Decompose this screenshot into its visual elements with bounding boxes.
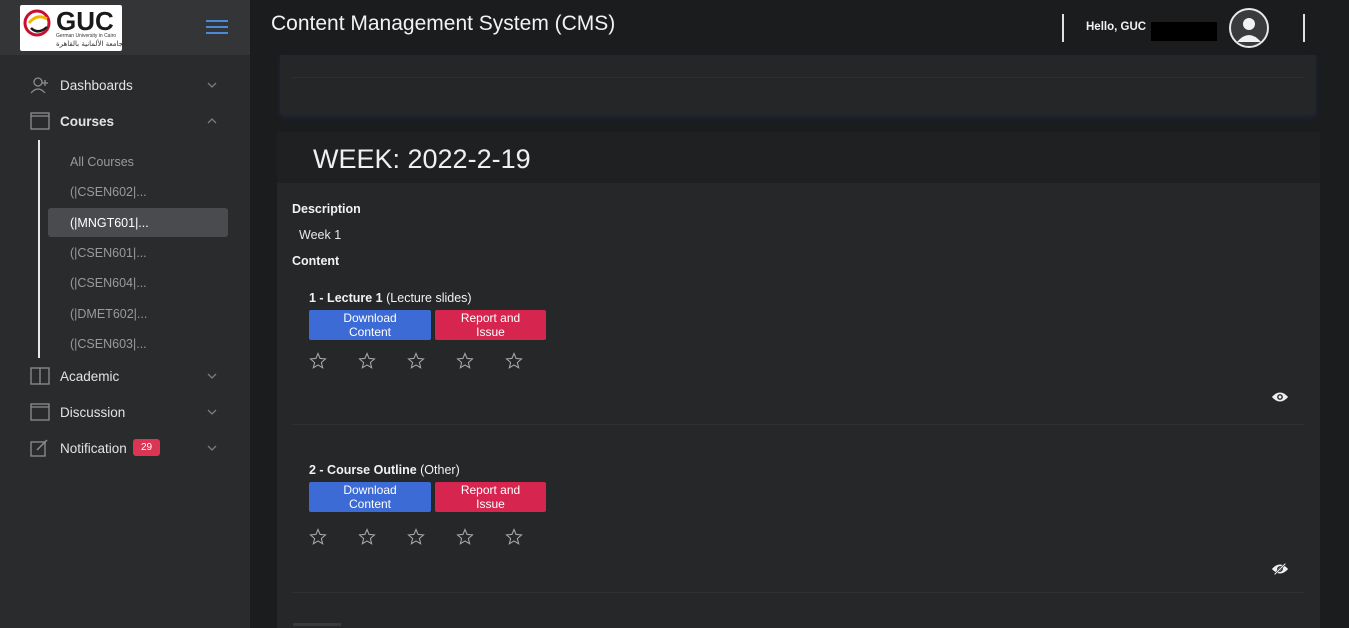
card-divider [292,77,1304,78]
sidebar-item-label: Discussion [60,404,126,420]
star-2-icon[interactable] [358,352,376,370]
book-icon [30,367,50,385]
user-greeting: Hello, GUC [1086,21,1147,33]
sidebar-item-label: Courses [60,113,115,129]
sidebar-item-label: Academic [60,368,120,384]
eye-icon[interactable] [1271,390,1289,404]
report-issue-button[interactable]: Report and Issue [435,482,546,512]
chevron-down-icon [207,82,217,88]
sidebar-item-label: Notification [60,440,127,456]
eye-slash-icon[interactable] [1271,562,1289,576]
star-3-icon[interactable] [407,352,425,370]
sidebar-item-label: Dashboards [60,77,133,93]
star-2-icon[interactable] [358,528,376,546]
week-body: Description Week 1 Content 1 - Lecture 1… [277,183,1320,628]
logo-arabic: الجامعة الألمانية بالقاهرة [56,40,128,48]
chevron-down-icon [207,409,217,415]
submenu-item-course[interactable]: (|DMET602|... [48,299,228,328]
topbar: Content Management System (CMS) Hello, G… [250,0,1349,55]
star-1-icon[interactable] [309,352,327,370]
star-5-icon[interactable] [505,528,523,546]
page-title: Content Management System (CMS) [271,12,616,35]
report-issue-button[interactable]: Report and Issue [435,310,546,340]
window-icon [30,112,50,130]
content-item: 1 - Lecture 1 (Lecture slides) Download … [292,275,1305,425]
rating-stars [309,352,523,370]
previous-week-card [280,55,1316,115]
star-5-icon[interactable] [505,352,523,370]
sidebar-item-academic[interactable]: Academic [0,358,250,394]
avatar[interactable] [1229,8,1269,48]
chevron-down-icon [207,373,217,379]
download-content-button[interactable]: Download Content [309,482,431,512]
main-content: WEEK: 2022-2-19 Description Week 1 Conte… [250,55,1349,628]
menu-toggle-icon[interactable] [206,20,228,36]
divider [1303,14,1305,42]
submenu-item-course[interactable]: (|CSEN601|... [48,238,228,267]
sidebar-item-dashboards[interactable]: Dashboards [0,67,250,103]
content-name: 2 - Course Outline [309,463,417,477]
user-icon [1237,18,1261,42]
week-title: WEEK: 2022-2-19 [313,144,531,174]
submenu-item-course[interactable]: (|CSEN604|... [48,268,228,297]
sidebar-item-discussion[interactable]: Discussion [0,394,250,430]
star-1-icon[interactable] [309,528,327,546]
download-content-button[interactable]: Download Content [309,310,431,340]
app: GUC German University in Cairo الجامعة ا… [0,0,1349,628]
description-label: Description [292,202,361,216]
submenu-item-course[interactable]: (|CSEN602|... [48,177,228,206]
content-type: (Lecture slides) [386,291,472,305]
submenu-item-all-courses[interactable]: All Courses [48,147,228,176]
guc-logo-mark-icon [23,9,51,37]
star-3-icon[interactable] [407,528,425,546]
guc-logo[interactable]: GUC German University in Cairo الجامعة ا… [20,5,127,51]
submenu-item-course-active[interactable]: (|MNGT601|... [48,208,228,237]
edit-icon [30,439,48,457]
submenu-indicator-line [38,140,40,358]
sidebar-item-notification[interactable]: Notification 29 [0,430,250,466]
content-item: 2 - Course Outline (Other) Download Cont… [292,447,1305,593]
notification-count-badge: 29 [133,439,161,456]
star-4-icon[interactable] [456,352,474,370]
window-icon [30,403,50,421]
rating-stars [309,528,523,546]
content-title: 2 - Course Outline (Other) [309,463,460,477]
sidebar-item-courses[interactable]: Courses [0,103,250,139]
description-text: Week 1 [299,228,342,242]
content-name: 1 - Lecture 1 [309,291,383,305]
week-header: WEEK: 2022-2-19 [277,132,1320,183]
logo-subtitle: German University in Cairo [56,33,117,39]
content-label: Content [292,254,340,268]
submenu-item-course[interactable]: (|CSEN603|... [48,329,228,358]
user-plus-icon [30,77,48,94]
chevron-down-icon [207,445,217,451]
redacted-username [1151,22,1217,41]
chevron-up-icon [207,118,217,124]
star-4-icon[interactable] [456,528,474,546]
content-type: (Other) [420,463,460,477]
content-title: 1 - Lecture 1 (Lecture slides) [309,291,472,305]
sidebar: GUC German University in Cairo الجامعة ا… [0,0,250,628]
scroll-hint [293,623,341,626]
divider [1062,14,1064,42]
